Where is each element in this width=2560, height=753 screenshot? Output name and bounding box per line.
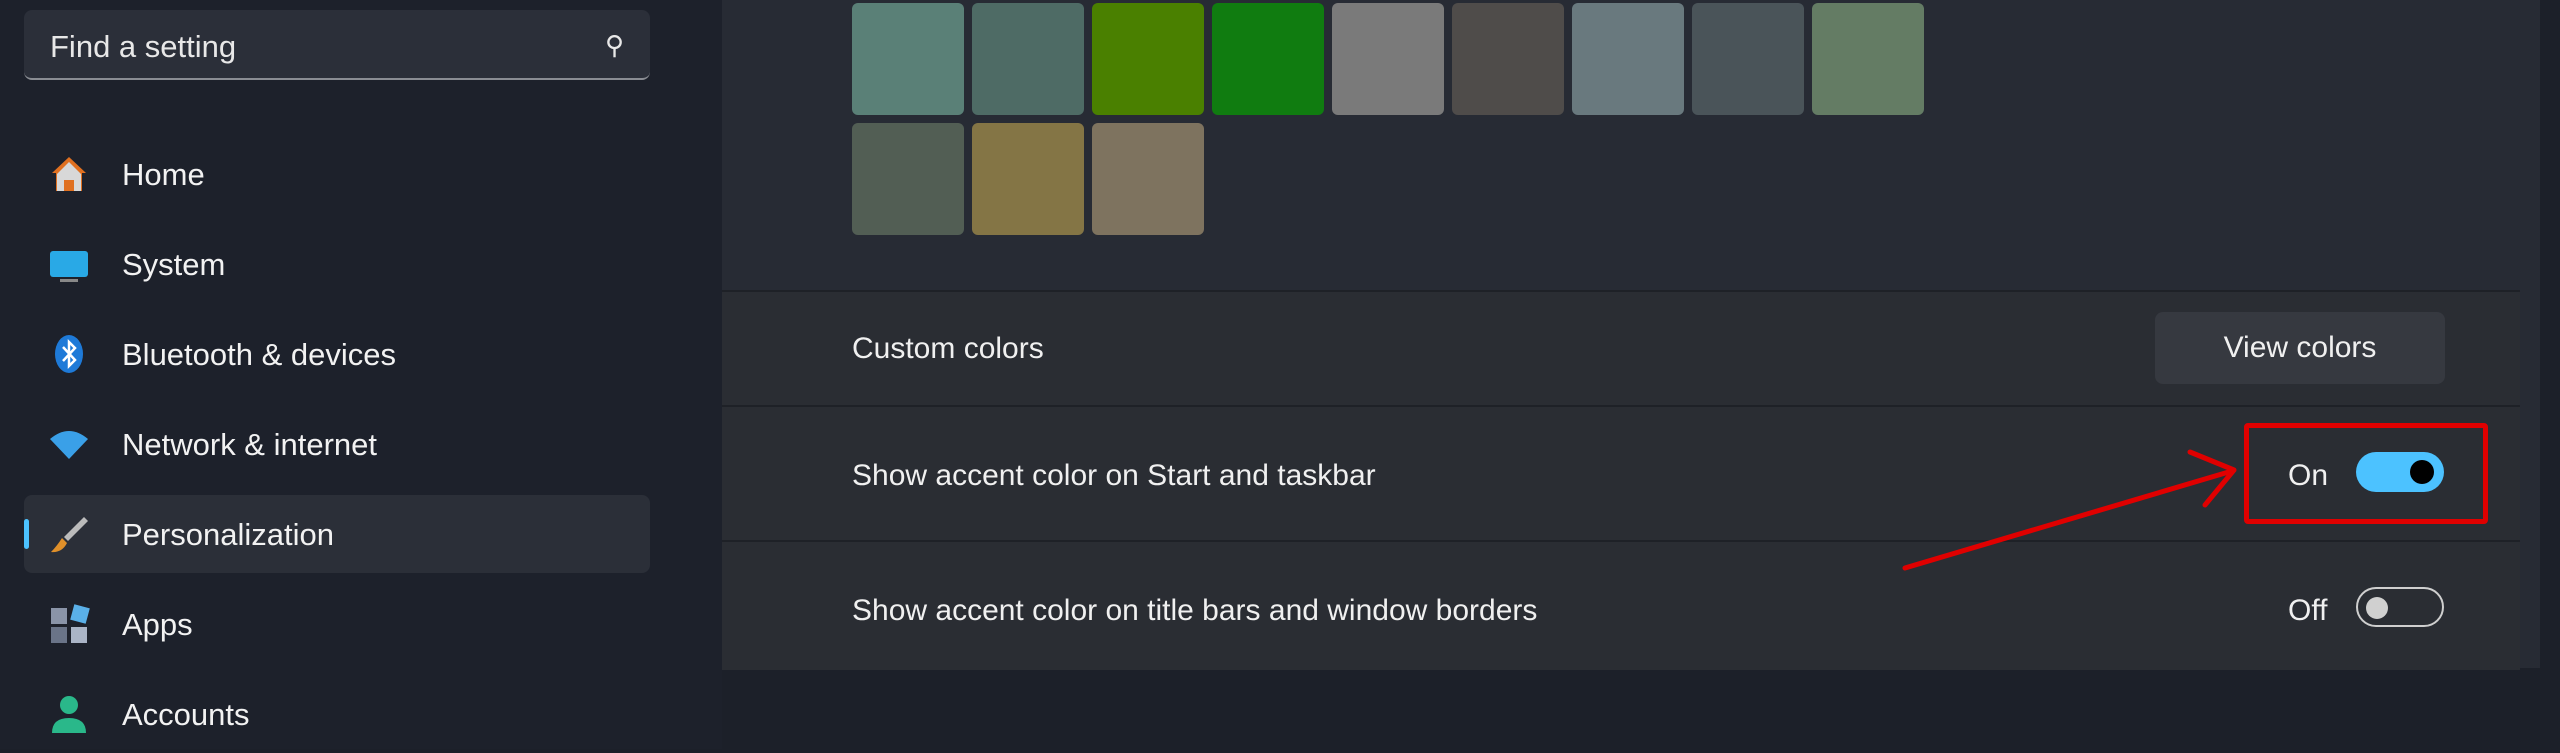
annotation-arrow xyxy=(1902,449,2237,571)
